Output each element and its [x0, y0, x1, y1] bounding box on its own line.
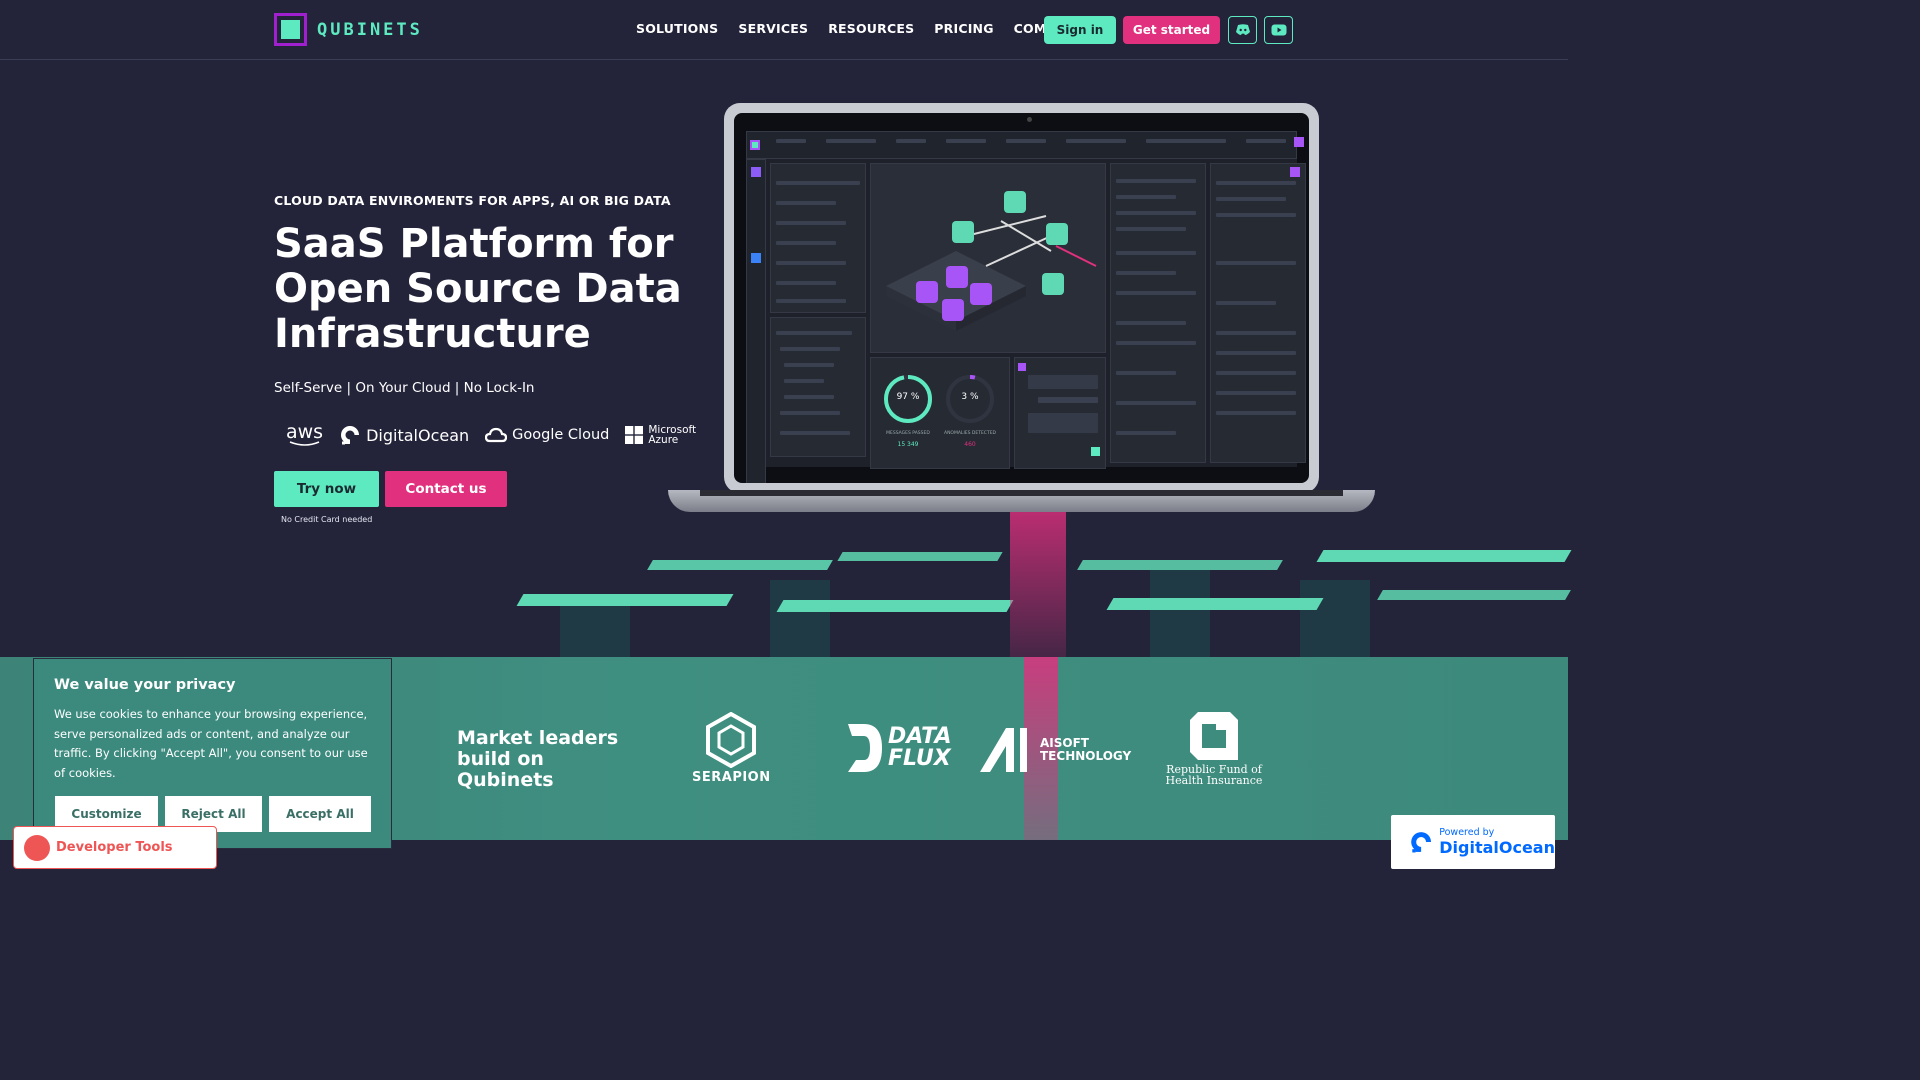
- sign-in-button[interactable]: Sign in: [1044, 16, 1116, 44]
- microsoft-icon: [625, 426, 644, 444]
- nav-solutions[interactable]: SOLUTIONS: [636, 21, 718, 36]
- gauge-right-count: 460: [964, 441, 976, 448]
- partner-logo-serapion: SERAPION: [692, 712, 771, 785]
- try-now-button[interactable]: Try now: [274, 471, 379, 507]
- developer-tools-button[interactable]: Developer Tools: [13, 826, 217, 869]
- partner-logo-health-fund: Republic Fund of Health Insurance: [1164, 710, 1264, 786]
- digitalocean-badge-icon: [1411, 832, 1432, 853]
- digitalocean-label: DigitalOcean: [366, 425, 470, 445]
- gauge-left-value: 97 %: [896, 392, 920, 402]
- laptop-mockup: 97 % MESSAGES PASSED 15 349 3 % ANOMALIE…: [724, 103, 1319, 493]
- azure-label: Microsoft Azure: [648, 424, 697, 446]
- aws-logo: aws: [286, 423, 323, 447]
- gauge-right-value: 3 %: [961, 392, 979, 402]
- google-cloud-label: Google Cloud: [512, 427, 610, 443]
- serapion-icon: [706, 712, 757, 768]
- health-fund-icon: [1190, 712, 1238, 760]
- nav-resources[interactable]: RESOURCES: [828, 21, 914, 36]
- partners-heading: Market leaders build on Qubinets: [457, 727, 619, 791]
- main-nav: SOLUTIONS SERVICES RESOURCES PRICING COM…: [636, 21, 1085, 36]
- azure-logo: Microsoft Azure: [625, 425, 696, 445]
- powered-by-digitalocean-badge[interactable]: Powered by DigitalOcean: [1391, 815, 1555, 869]
- partner-logo-dataflux: DATA FLUX: [842, 722, 952, 774]
- dashboard-screenshot: 97 % MESSAGES PASSED 15 349 3 % ANOMALIE…: [746, 131, 1306, 483]
- get-started-button[interactable]: Get started: [1123, 16, 1220, 44]
- google-cloud-logo: Google Cloud: [485, 427, 609, 443]
- gauge-left-label: MESSAGES PASSED: [886, 431, 930, 436]
- aisoft-icon: [980, 728, 1027, 772]
- cloud-provider-logos: aws DigitalOcean Google Cloud Microsoft …: [286, 420, 712, 450]
- google-cloud-icon: [485, 427, 508, 443]
- cookie-consent-banner: We value your privacy We use cookies to …: [33, 658, 392, 849]
- dataflux-label: DATA FLUX: [888, 724, 952, 771]
- logo-text: QUBINETS: [317, 19, 423, 40]
- dataflux-icon: [848, 724, 882, 772]
- discord-icon: [1235, 24, 1250, 35]
- logo-mark-icon: [274, 13, 307, 46]
- serapion-label: SERAPION: [692, 770, 771, 785]
- gauge-right-label: ANOMALIES DETECTED: [943, 431, 996, 436]
- health-fund-label: Republic Fund of Health Insurance: [1165, 763, 1263, 787]
- gauge-left-count: 15 349: [897, 441, 919, 448]
- powered-by-label: Powered by: [1439, 827, 1495, 838]
- youtube-button[interactable]: [1264, 16, 1293, 44]
- site-header: QUBINETS SOLUTIONS SERVICES RESOURCES PR…: [0, 0, 1568, 60]
- cookie-title: We value your privacy: [54, 677, 236, 693]
- digitalocean-logo: DigitalOcean: [339, 424, 469, 446]
- architecture-diagram: [886, 215, 1097, 331]
- discord-button[interactable]: [1228, 16, 1257, 44]
- logo[interactable]: QUBINETS: [274, 13, 423, 46]
- powered-by-brand: DigitalOcean: [1439, 838, 1555, 857]
- hero-title: SaaS Platform for Open Source Data Infra…: [274, 221, 682, 357]
- digitalocean-icon: [341, 426, 360, 445]
- aisoft-label: AISOFT TECHNOLOGY: [1040, 736, 1132, 763]
- hero-subtitle: Self-Serve | On Your Cloud | No Lock-In: [274, 380, 535, 396]
- partner-logo-aisoft: AISOFT TECHNOLOGY: [978, 726, 1138, 774]
- hero-eyebrow: CLOUD DATA ENVIROMENTS FOR APPS, AI OR B…: [274, 193, 671, 208]
- youtube-icon: [1271, 24, 1286, 36]
- nav-services[interactable]: SERVICES: [738, 21, 808, 36]
- developer-tools-icon: [24, 835, 50, 861]
- accept-all-button[interactable]: Accept All: [269, 796, 371, 832]
- developer-tools-label: Developer Tools: [56, 840, 173, 855]
- aws-label: aws: [286, 421, 324, 443]
- contact-us-button[interactable]: Contact us: [385, 471, 507, 507]
- aws-smile-icon: [289, 441, 319, 446]
- cookie-text: We use cookies to enhance your browsing …: [54, 707, 368, 780]
- nav-pricing[interactable]: PRICING: [934, 21, 993, 36]
- no-credit-card-note: No Credit Card needed: [281, 515, 373, 524]
